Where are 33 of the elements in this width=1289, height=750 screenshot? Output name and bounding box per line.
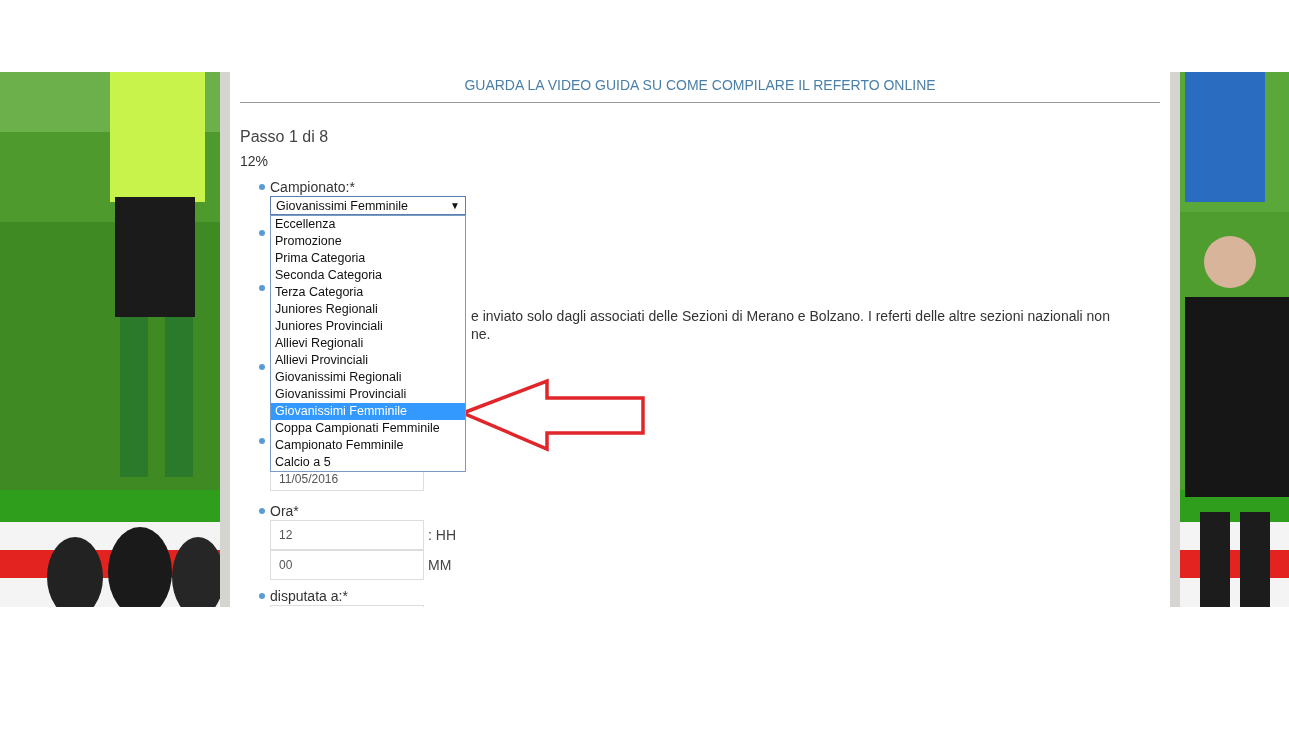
championship-select[interactable]: Giovanissimi Femminile ▼ (270, 196, 466, 215)
list-bullet (259, 438, 265, 444)
unit-label: : HH (428, 527, 456, 543)
field-label: Campionato:* (270, 178, 356, 196)
dropdown-option[interactable]: Prima Categoria (271, 250, 465, 267)
dropdown-option[interactable]: Campionato Femminile (271, 437, 465, 454)
list-bullet (259, 184, 265, 190)
list-bullet (259, 364, 265, 370)
field-label: Ora* (270, 502, 300, 520)
dropdown-option[interactable]: Eccellenza (271, 216, 465, 233)
list-bullet (259, 230, 265, 236)
note-text: ne. (471, 325, 492, 343)
list-bullet (259, 593, 265, 599)
dropdown-option[interactable]: Giovanissimi Provinciali (271, 386, 465, 403)
list-bullet (259, 285, 265, 291)
dropdown-option[interactable]: Allievi Regionali (271, 335, 465, 352)
dropdown-option[interactable]: Giovanissimi Regionali (271, 369, 465, 386)
dropdown-option[interactable]: Terza Categoria (271, 284, 465, 301)
field-label: disputata a:* (270, 587, 349, 605)
list-bullet (259, 508, 265, 514)
dropdown-option[interactable]: Promozione (271, 233, 465, 250)
dropdown-option[interactable]: Allievi Provinciali (271, 352, 465, 369)
dropdown-option[interactable]: Coppa Campionati Femminile (271, 420, 465, 437)
dropdown-option[interactable]: Juniores Provinciali (271, 318, 465, 335)
unit-label: MM (428, 557, 452, 573)
step-indicator: Passo 1 di 8 (240, 128, 330, 147)
dropdown-option[interactable]: Juniores Regionali (271, 301, 465, 318)
progress-percent: 12% (240, 153, 270, 171)
dropdown-option[interactable]: Seconda Categoria (271, 267, 465, 284)
hours-field[interactable]: 12 (270, 520, 424, 550)
video-guide-link[interactable]: GUARDA LA VIDEO GUIDA SU COME COMPILARE IL REFERTO ONLINE (464, 77, 936, 93)
note-text: e inviato solo dagli associati delle Sezioni di Merano e Bolzano. I referti delle altre sezioni nazionali non (471, 307, 1111, 325)
minutes-field[interactable]: 00 (270, 550, 424, 580)
